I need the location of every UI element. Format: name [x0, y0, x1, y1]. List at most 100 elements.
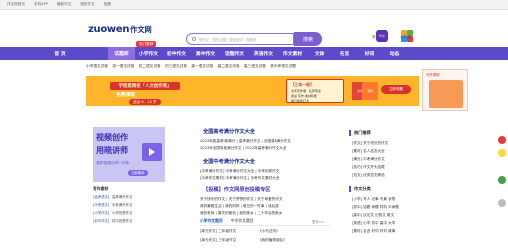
nav-home[interactable]: 首 页 [0, 47, 108, 60]
right-list-item[interactable]: [小学] 写人 记事 写景 状物 [352, 197, 395, 202]
nav-item-style[interactable]: 文体 [307, 47, 332, 60]
center-title-gaokao[interactable]: 全国高考满分作文大全 [203, 128, 255, 135]
tab-primary-topics[interactable]: 小学作文题目 [200, 218, 223, 224]
right-list-item[interactable]: [技巧] 作文开头结尾 [352, 165, 385, 170]
topic-row-tag[interactable]: [单元作文] 三年级作文 [200, 238, 236, 243]
side-ad[interactable]: 写作课程 [422, 69, 468, 111]
subnav-item[interactable]: 高三语文试卷 [244, 64, 266, 68]
top-link-latest[interactable]: 最新作文 [57, 2, 71, 7]
right-list-item[interactable]: [作文] 关于成长的作文 [352, 141, 388, 146]
subnav-item[interactable]: 其中考语文试题 [270, 64, 296, 68]
subnav-item[interactable]: 初三语文试卷 [165, 64, 187, 68]
title-accent-bar [349, 186, 351, 192]
wechat-icon[interactable] [498, 176, 506, 184]
qq-icon[interactable] [498, 149, 506, 157]
top-bar: 作文网首页 手机APP 最新作文 我的作文 投稿 [0, 0, 508, 10]
nav-item-senior[interactable]: 高中作文 [191, 47, 220, 60]
left-row-tag[interactable]: [初中作文] [93, 218, 109, 223]
sub-nav: 小学语文试卷 初一语文试卷 初二语文试卷 初三语文试卷 高一语文试卷 高二语文试… [86, 64, 299, 69]
left-row-tag[interactable]: [中考语文] [93, 202, 109, 207]
nav-item-words[interactable]: 好词 [357, 47, 382, 60]
right-list-item[interactable]: [素材] 名人名言大全 [352, 149, 385, 154]
nav-item-material[interactable]: 作文素材 [278, 47, 307, 60]
banner-age: 适合 6 - 13 岁 [129, 99, 161, 105]
left-section-title: 写作素材 [93, 186, 109, 191]
nav-item-primary[interactable]: 小学作文 [135, 47, 162, 60]
logo-word: zuowen [88, 24, 130, 35]
center-line[interactable]: [中考满分作文] 中考满分作文大全 | 中考优秀作文 [200, 169, 279, 174]
promo-card[interactable]: 视频创作 用晓讲师 录屏/剪辑/分享一步搞 立即使用 [93, 127, 165, 182]
site-logo[interactable]: zuowen 作文网 [88, 24, 152, 35]
divider [200, 225, 330, 226]
left-row-tag[interactable]: [小学作文] [93, 210, 109, 215]
app-label[interactable]: 官方APP [372, 35, 386, 40]
right-title-text: 作文分类 [354, 186, 371, 191]
weibo-icon[interactable] [498, 136, 506, 144]
left-row-text[interactable]: 小学优秀作文 [112, 210, 132, 215]
title-accent-bar [349, 130, 351, 136]
banner-card-line: 阅读·写作·素材积累 [291, 94, 317, 98]
play-icon [149, 148, 155, 156]
right-list-item[interactable]: [范文] 优秀范文精选 [352, 173, 385, 178]
subnav-item[interactable]: 小学语文试卷 [86, 64, 108, 68]
search-button[interactable]: 搜索 [294, 32, 322, 46]
center-line[interactable]: 2023年全国甲卷满分作文 | 2022年高考满分作文大全 [200, 146, 286, 151]
center-title-submit[interactable]: 【投稿】作文网原创投稿专区 [203, 186, 270, 193]
top-link-submit[interactable]: 投稿 [104, 2, 111, 7]
right-list-item[interactable]: [满分] 中考满分作文 [352, 157, 385, 162]
banner-cta-button[interactable]: 立即领取 [381, 85, 411, 94]
top-link-my[interactable]: 我的作文 [80, 2, 94, 7]
search-input[interactable]: 搜作文 / 搜作文题 / 搜关键词 / 搜素材 [186, 33, 294, 45]
subnav-item[interactable]: 初二语文试卷 [139, 64, 161, 68]
top-link-app[interactable]: 手机APP [34, 2, 48, 7]
center-line[interactable]: [中考作文素材] 中考满分作文 | 中考作文素材大全 [200, 176, 279, 181]
topic-row-tag[interactable]: [单元作文] 二年级作文 [200, 229, 236, 234]
subnav-item[interactable]: 初一语文试卷 [112, 64, 134, 68]
ad-banner[interactable]: 学而思网校「人文创作课」 免费领取 适合 6 - 13 岁 【三年一轮】 全年写… [86, 76, 419, 106]
center-line[interactable]: 关于快乐的作文 | 关于梦想的作文 | 关于母爱的作文 [200, 197, 282, 202]
book-image: 写作 [362, 82, 378, 100]
right-list-item[interactable]: [英语] 小学 初中 高中 大学 [352, 221, 395, 226]
header: zuowen 作文网 搜作文 / 搜作文题 / 搜关键词 / 搜素材 搜索 作文 [0, 10, 508, 46]
promo-tagline: 录屏/剪辑/分享一步搞 [96, 161, 129, 165]
logo-cn: 作文网 [130, 24, 152, 34]
right-list-item[interactable]: [初中] 话题 命题 材料 半命题 [352, 205, 399, 210]
right-list-item[interactable]: [高中] 议论文 记叙文 散文 [352, 213, 394, 218]
tab-middle-topics[interactable]: 中学作文题目 [231, 218, 254, 224]
more-link[interactable]: 更多>> [312, 219, 324, 224]
main-nav: 首 页 试题库 小学作文 初中作文 高中作文 话题作文 英语作文 作文素材 文体… [0, 47, 508, 60]
nav-item-exams[interactable]: 试题库 [108, 47, 135, 60]
right-section-title-2: 作文分类 [349, 186, 371, 192]
banner-headline: 学而思网校「人文创作课」 [110, 82, 180, 90]
nav-item-quotes[interactable]: 名言 [332, 47, 357, 60]
subnav-item[interactable]: 高二语文试卷 [218, 64, 240, 68]
nav-item-english[interactable]: 英语作文 [249, 47, 278, 60]
promo-cta[interactable]: 立即使用 [128, 170, 148, 176]
nav-item-news[interactable]: 动态 [382, 47, 407, 60]
nav-item-topic[interactable]: 话题作文 [220, 47, 249, 60]
center-line[interactable]: 我的老师 | 春天的景色 | 我的家乡 | 二十年后的家乡 [200, 211, 282, 216]
banner-card-title: 【三年一轮】 [291, 82, 314, 87]
search-placeholder: 搜作文 / 搜作文题 / 搜关键词 / 搜素材 [199, 37, 257, 42]
left-row-text[interactable]: 高考满分作文 [112, 194, 132, 199]
left-row-text[interactable]: 初中优秀作文 [112, 218, 132, 223]
top-link-home[interactable]: 作文网首页 [7, 2, 25, 7]
center-line[interactable]: 我的暑假生活 | 我的妈妈 | 难忘的一件事 | 读后感 [200, 204, 279, 209]
promo-line2: 用晓讲师 [96, 146, 128, 155]
subnav-item[interactable]: 高一语文试卷 [191, 64, 213, 68]
center-line[interactable]: 2023年新高考Ⅰ卷满分 | 高考满分作文 | 全国卷Ⅱ满分作文 [200, 139, 291, 144]
left-row-tag[interactable]: [高考语文] [93, 194, 109, 199]
topic-row-text[interactable]: 《小马过河》 [258, 229, 280, 234]
left-row-text[interactable]: 中考满分作文 [112, 202, 132, 207]
banner-sub: 免费领取 [116, 93, 136, 98]
side-ad-image [429, 80, 463, 108]
mobile-label[interactable]: 手机版 [400, 35, 411, 40]
right-list-item[interactable]: [素材] 名言 好词 好句 故事 [352, 229, 395, 234]
side-ad-label: 写作课程 [426, 73, 440, 77]
center-title-zhongkao[interactable]: 全国中考满分作文大全 [203, 158, 255, 165]
topic-row-text[interactable]: 《我的植物朋友》 [258, 238, 287, 243]
nav-item-junior[interactable]: 初中作文 [162, 47, 191, 60]
search-icon [192, 37, 196, 41]
back-to-top-icon[interactable] [498, 199, 506, 207]
right-section-title: 热门推荐 [349, 130, 371, 136]
